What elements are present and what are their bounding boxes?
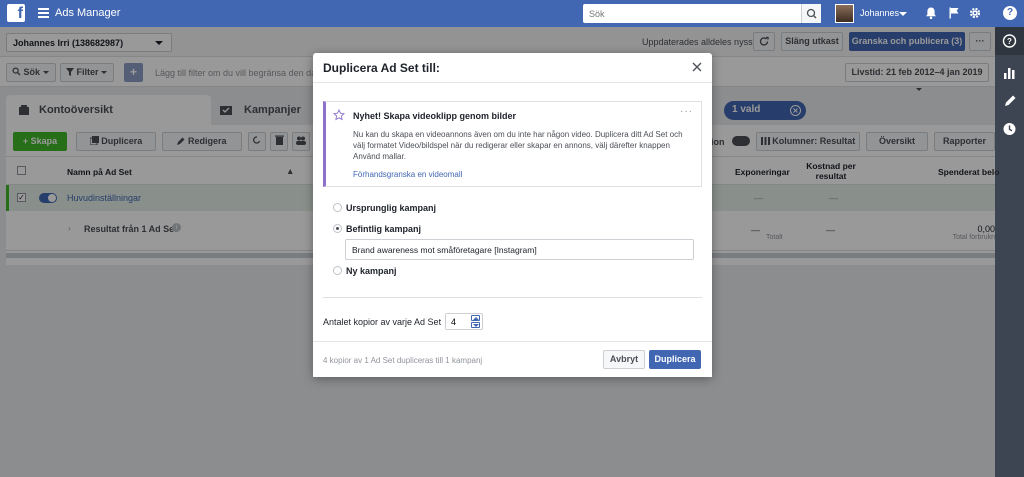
- duplicate-summary: 4 kopior av 1 Ad Set dupliceras till 1 k…: [323, 356, 483, 365]
- star-icon: [333, 109, 345, 121]
- radio-original-campaign[interactable]: [333, 203, 342, 212]
- avatar: [835, 4, 854, 23]
- clock-icon: [1003, 123, 1016, 135]
- notice-body: Nu kan du skapa en videoannons även om d…: [353, 130, 683, 161]
- notice-more-icon[interactable]: ···: [680, 106, 693, 117]
- chevron-up-icon[interactable]: [471, 315, 480, 321]
- chevron-down-icon: [899, 12, 907, 16]
- copies-stepper[interactable]: [445, 313, 483, 330]
- duplicate-adset-dialog: Duplicera Ad Set till: Nyhet! Skapa vide…: [313, 53, 712, 377]
- hamburger-menu-icon[interactable]: [38, 8, 49, 18]
- app-title: Ads Manager: [55, 7, 121, 19]
- right-tool-rail: ?: [995, 27, 1024, 477]
- search-icon: [806, 8, 817, 19]
- close-icon[interactable]: [691, 61, 703, 73]
- preview-video-template-link[interactable]: Förhandsgranska en videomall: [353, 170, 462, 179]
- pencil-icon: [1005, 95, 1016, 106]
- facebook-logo[interactable]: f: [7, 4, 25, 22]
- global-search-input[interactable]: [583, 4, 801, 23]
- bell-icon[interactable]: [924, 6, 938, 20]
- user-menu[interactable]: Johannes: [835, 3, 913, 24]
- search-button[interactable]: [801, 4, 821, 23]
- option-existing-campaign-label: Befintlig kampanj: [346, 224, 422, 234]
- copies-input[interactable]: [446, 314, 470, 329]
- rail-charts-button[interactable]: [995, 59, 1024, 87]
- dialog-divider: [323, 297, 702, 298]
- video-template-notice: Nyhet! Skapa videoklipp genom bilder ···…: [323, 101, 702, 187]
- top-navigation-bar: f Ads Manager Johannes ?: [0, 0, 1024, 27]
- option-new-campaign-label: Ny kampanj: [346, 266, 397, 276]
- global-search: [583, 4, 821, 23]
- svg-text:?: ?: [1007, 37, 1012, 46]
- radio-new-campaign[interactable]: [333, 266, 342, 275]
- duplicate-confirm-button[interactable]: Duplicera: [649, 350, 701, 369]
- notice-title: Nyhet! Skapa videoklipp genom bilder: [353, 111, 517, 121]
- bar-chart-icon: [1004, 68, 1015, 79]
- cancel-button[interactable]: Avbryt: [603, 350, 645, 369]
- gear-icon[interactable]: [968, 6, 982, 20]
- campaign-select-field[interactable]: [345, 239, 694, 260]
- copies-label: Antalet kopior av varje Ad Set: [323, 317, 442, 327]
- chevron-down-icon[interactable]: [471, 322, 480, 328]
- dialog-title: Duplicera Ad Set till:: [323, 61, 440, 75]
- user-name: Johannes: [860, 8, 900, 18]
- option-original-campaign-label: Ursprunglig kampanj: [346, 203, 437, 213]
- dialog-header: Duplicera Ad Set till:: [313, 53, 712, 83]
- radio-existing-campaign[interactable]: [333, 224, 342, 233]
- rail-edit-button[interactable]: [995, 87, 1024, 115]
- help-circle-icon: ?: [1002, 34, 1017, 48]
- rail-help-button[interactable]: ?: [995, 27, 1024, 55]
- rail-history-button[interactable]: [995, 115, 1024, 143]
- flag-icon[interactable]: [947, 6, 961, 20]
- help-icon[interactable]: ?: [1003, 6, 1017, 20]
- dialog-footer: 4 kopior av 1 Ad Set dupliceras till 1 k…: [313, 341, 712, 377]
